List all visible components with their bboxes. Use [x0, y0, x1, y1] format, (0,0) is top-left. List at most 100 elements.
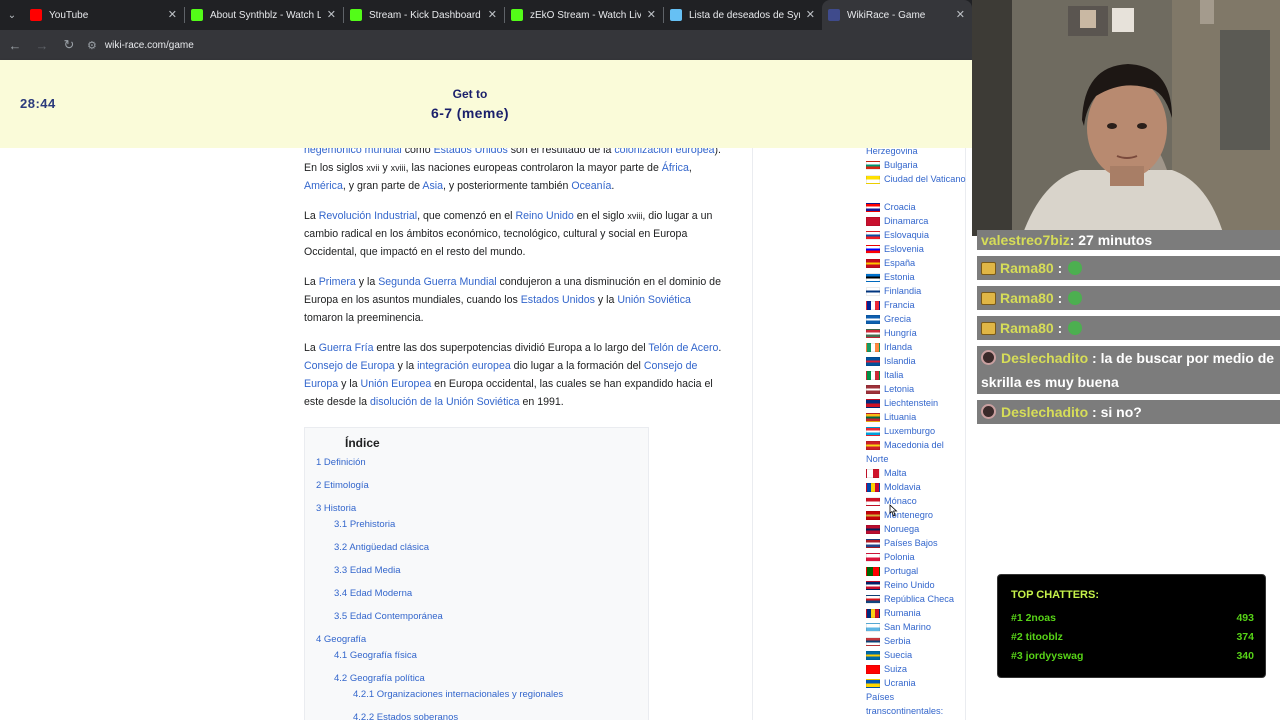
toc-item[interactable]: 3.2 Antigüedad clásica: [334, 542, 429, 553]
article-link[interactable]: Segunda Guerra Mundial: [378, 276, 496, 288]
navbox-link[interactable]: Reino Unido: [866, 578, 966, 592]
article-link[interactable]: Telón de Acero: [648, 342, 718, 354]
navbox-link[interactable]: Países transcontinentales:: [866, 690, 966, 718]
article-link[interactable]: Consejo de Europa: [304, 360, 395, 372]
close-tab-icon[interactable]: ✕: [647, 9, 656, 21]
navbox-link[interactable]: Dinamarca: [866, 214, 966, 228]
navbox-link[interactable]: Suecia: [866, 648, 966, 662]
close-tab-icon[interactable]: ✕: [956, 9, 965, 21]
browser-tab[interactable]: WikiRace - Game ✕: [822, 0, 972, 30]
navbox-link[interactable]: Ucrania: [866, 676, 966, 690]
navbox-link[interactable]: Mónaco: [866, 494, 966, 508]
navbox-link[interactable]: Italia: [866, 368, 966, 382]
navbox-link[interactable]: Serbia: [866, 634, 966, 648]
close-tab-icon[interactable]: ✕: [168, 9, 177, 21]
navbox-link[interactable]: Letonia: [866, 382, 966, 396]
toc-item[interactable]: 3.4 Edad Moderna: [334, 588, 412, 599]
chat-username: Deslechadito: [1001, 404, 1089, 420]
tab-search-icon[interactable]: ⌄: [0, 0, 24, 30]
back-icon[interactable]: ←: [3, 33, 27, 57]
article-text: son el resultado de la: [507, 148, 615, 156]
toc-item[interactable]: 4.2.1 Organizaciones internacionales y r…: [353, 689, 563, 700]
browser-tab[interactable]: zEkO Stream - Watch Live on Kick ✕: [505, 0, 663, 30]
wikirace-icon: [828, 9, 840, 21]
navbox-link[interactable]: Grecia: [866, 312, 966, 326]
navbox-link[interactable]: Estonia: [866, 270, 966, 284]
article-link[interactable]: Asia: [422, 180, 443, 192]
flag-icon: [866, 356, 880, 366]
navbox-link[interactable]: Moldavia: [866, 480, 966, 494]
navbox-link[interactable]: Irlanda: [866, 340, 966, 354]
browser-tab[interactable]: Lista de deseados de Synth ✕: [664, 0, 822, 30]
reload-icon[interactable]: ↻: [57, 33, 81, 57]
navbox-link[interactable]: Montenegro: [866, 508, 966, 522]
table-of-contents: Índice 1 Definición 2 Etimología 3 Histori…: [304, 427, 649, 720]
article-link[interactable]: Estados Unidos: [521, 294, 595, 306]
article-link[interactable]: Oceanía: [571, 180, 611, 192]
toc-item[interactable]: 3.3 Edad Media: [334, 565, 401, 576]
navbox-link[interactable]: Islandia: [866, 354, 966, 368]
emote-icon: [1068, 291, 1083, 305]
forward-icon[interactable]: →: [30, 33, 54, 57]
article-link[interactable]: Unión Europea: [361, 378, 432, 390]
article-link[interactable]: Estados Unidos: [434, 148, 508, 156]
navbox-link[interactable]: Luxemburgo: [866, 424, 966, 438]
article-link[interactable]: Revolución Industrial: [319, 210, 417, 222]
browser-tab[interactable]: Stream - Kick Dashboard ✕: [344, 0, 504, 30]
toc-item[interactable]: 4.1 Geografía física: [334, 650, 417, 661]
navbox-link[interactable]: Rumania: [866, 606, 966, 620]
toc-item[interactable]: 1 Definición: [316, 457, 366, 468]
navbox-link[interactable]: Francia: [866, 298, 966, 312]
article-link[interactable]: Unión Soviética: [617, 294, 691, 306]
browser-tab[interactable]: YouTube ✕: [24, 0, 184, 30]
navbox-link[interactable]: Bulgaria: [866, 158, 966, 172]
navbox-link[interactable]: Liechtenstein: [866, 396, 966, 410]
site-info-icon[interactable]: ⚙: [87, 39, 97, 52]
toc-item[interactable]: 4 Geografía: [316, 634, 366, 645]
browser-tab[interactable]: About Synthblz - Watch Live on Kick ✕: [185, 0, 343, 30]
toc-item[interactable]: 4.2 Geografía política: [334, 673, 425, 684]
navbox-link[interactable]: República Checa: [866, 592, 966, 606]
toc-item[interactable]: 3 Historia: [316, 503, 356, 514]
tab-title: Stream - Kick Dashboard: [369, 9, 481, 21]
article-link[interactable]: disolución de la Unión Soviética: [370, 396, 520, 408]
navbox-link[interactable]: Hungría: [866, 326, 966, 340]
navbox-link[interactable]: Macedonia del Norte: [866, 438, 966, 466]
navbox-link[interactable]: Finlandia: [866, 284, 966, 298]
close-tab-icon[interactable]: ✕: [327, 9, 336, 21]
navbox-link[interactable]: Portugal: [866, 564, 966, 578]
navbox-link-label: España: [884, 258, 916, 268]
navbox-link[interactable]: Croacia: [866, 200, 966, 214]
article-link[interactable]: colonización europea: [614, 148, 714, 156]
navbox-link[interactable]: Polonia: [866, 550, 966, 564]
address-bar[interactable]: ⚙ wiki-race.com/game: [87, 34, 964, 56]
article-link[interactable]: África: [662, 162, 689, 174]
navbox-link[interactable]: Eslovaquia: [866, 228, 966, 242]
close-tab-icon[interactable]: ✕: [488, 9, 497, 21]
navbox-link[interactable]: Noruega: [866, 522, 966, 536]
article-link[interactable]: Primera: [319, 276, 356, 288]
navbox-link-label: Italia: [884, 370, 904, 380]
article-link[interactable]: Guerra Fría: [319, 342, 374, 354]
navbox-link[interactable]: Herzegovina: [866, 148, 966, 158]
toc-item[interactable]: 2 Etimología: [316, 480, 369, 491]
article-link[interactable]: América: [304, 180, 343, 192]
navbox-link[interactable]: España: [866, 256, 966, 270]
navbox-link-label: Bulgaria: [884, 160, 918, 170]
toc-item[interactable]: 4.2.2 Estados soberanos: [353, 712, 458, 720]
navbox-link[interactable]: Ciudad del Vaticano: [866, 172, 966, 200]
article-link[interactable]: Reino Unido: [515, 210, 573, 222]
navbox-link[interactable]: Suiza: [866, 662, 966, 676]
toc-item[interactable]: 3.1 Prehistoria: [334, 519, 395, 530]
toc-item[interactable]: 3.5 Edad Contemporánea: [334, 611, 443, 622]
navbox-link[interactable]: Malta: [866, 466, 966, 480]
article-link[interactable]: hegemónico mundial: [304, 148, 402, 156]
close-tab-icon[interactable]: ✕: [806, 9, 815, 21]
navbox-link[interactable]: Lituania: [866, 410, 966, 424]
chat-separator: :: [1053, 290, 1063, 306]
navbox-link[interactable]: Eslovenia: [866, 242, 966, 256]
article-link[interactable]: integración europea: [417, 360, 511, 372]
flag-icon: [866, 216, 880, 226]
navbox-link[interactable]: Países Bajos: [866, 536, 966, 550]
navbox-link[interactable]: San Marino: [866, 620, 966, 634]
